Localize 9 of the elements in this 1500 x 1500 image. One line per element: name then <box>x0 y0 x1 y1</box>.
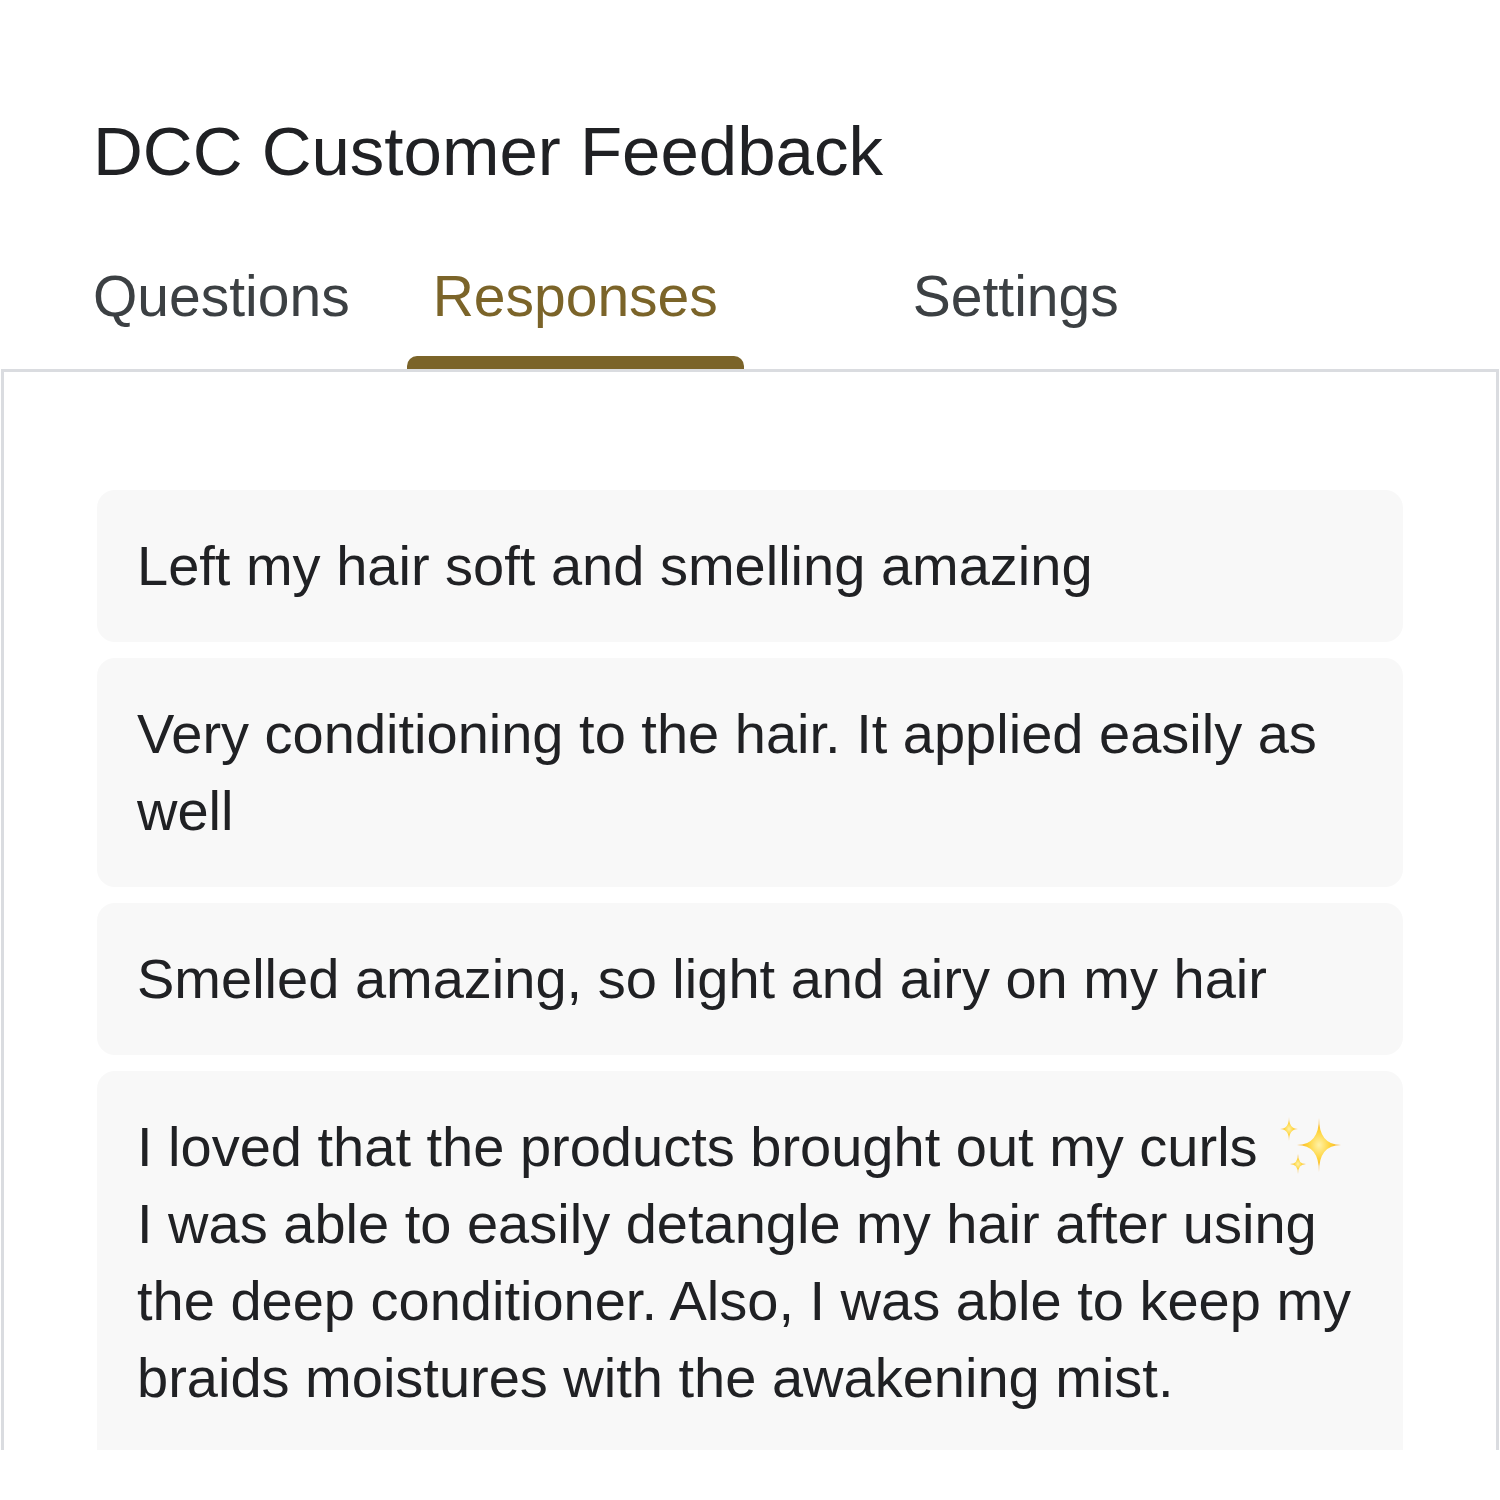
response-text: I loved that the products brought out my curls <box>137 1115 1258 1178</box>
response-text: Smelled amazing, so light and airy on my hair <box>137 947 1267 1010</box>
tab[interactable]: Settings <box>886 265 1145 369</box>
response-text: Left my hair soft and smelling amazing <box>137 534 1093 597</box>
form-title: DCC Customer Feedback <box>93 112 883 192</box>
response-text: I was able to easily detangle my hair after using the deep conditioner. Also, I was able to keep my braids moistures with the awakening mist. <box>137 1192 1352 1409</box>
tab[interactable]: Questions <box>67 265 376 369</box>
tab[interactable]: Responses <box>406 265 744 369</box>
response-text: Very conditioning to the hair. It applied easily as well <box>137 702 1317 842</box>
